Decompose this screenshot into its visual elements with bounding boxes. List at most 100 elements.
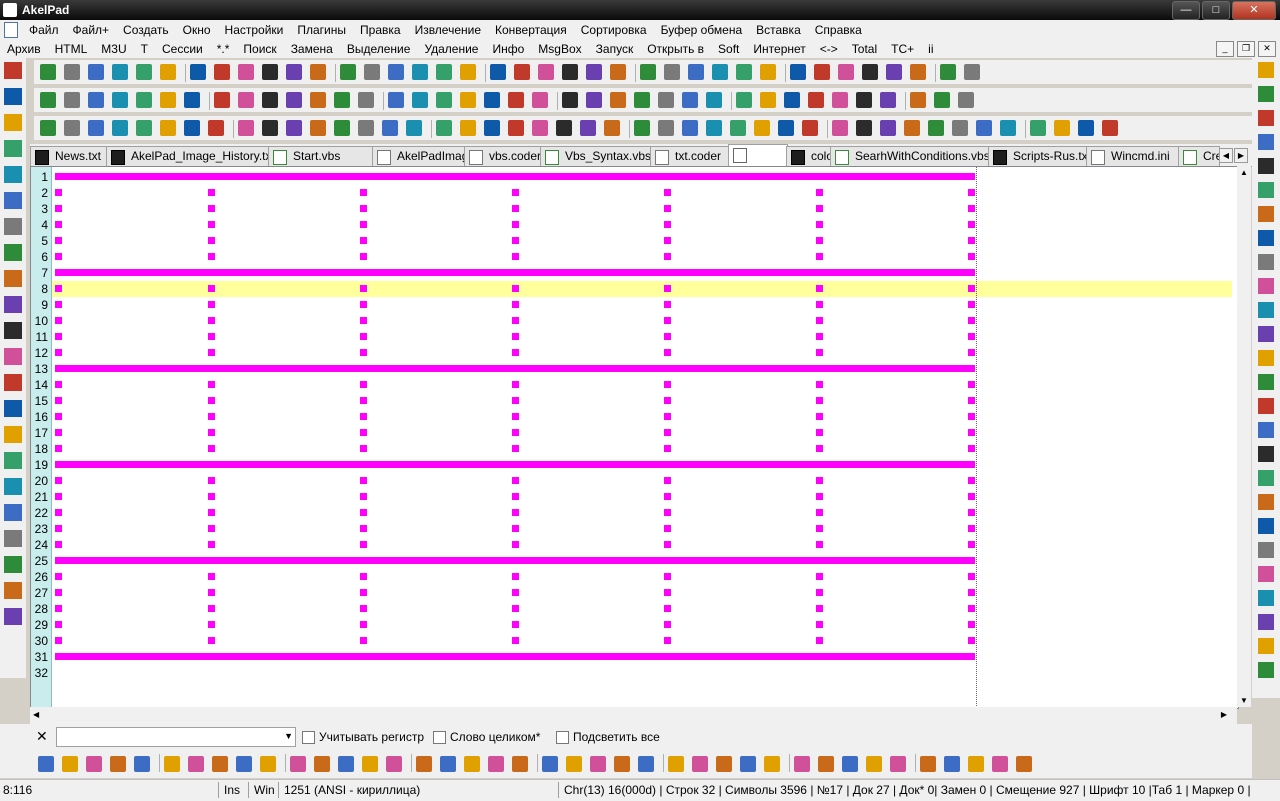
right-tool-button-icon[interactable] [1258,62,1274,78]
user-menu-item-4[interactable]: T [134,42,155,56]
toolbar-button-icon[interactable] [778,120,794,136]
toolbar-button-icon[interactable] [958,92,974,108]
user-menu-item-9[interactable]: Выделение [340,42,418,56]
toolbar-button-icon[interactable] [688,64,704,80]
toolbar-button-icon[interactable] [160,92,176,108]
toolbar-button-icon[interactable] [580,120,596,136]
right-tool-button-icon[interactable] [1258,278,1274,294]
toolbar-button-icon[interactable] [490,64,506,80]
right-tool-button-icon[interactable] [1258,422,1274,438]
search-tool-button-icon[interactable] [614,756,630,772]
toolbar-button-icon[interactable] [952,120,968,136]
tab-scroll-right-icon[interactable]: ▶ [1234,148,1248,163]
toolbar-button-icon[interactable] [910,92,926,108]
right-tool-button-icon[interactable] [1258,230,1274,246]
left-tool-button-icon[interactable] [4,374,22,391]
toolbar-button-icon[interactable] [514,64,530,80]
right-tool-button-icon[interactable] [1258,638,1274,654]
toolbar-button-icon[interactable] [286,64,302,80]
toolbar-button-icon[interactable] [508,92,524,108]
toolbar-button-icon[interactable] [112,92,128,108]
menu-item-7[interactable]: Правка [353,23,408,37]
user-menu-item-19[interactable]: TC+ [884,42,921,56]
toolbar-button-icon[interactable] [160,120,176,136]
right-tool-button-icon[interactable] [1258,374,1274,390]
toolbar-button-icon[interactable] [808,92,824,108]
left-tool-button-icon[interactable] [4,608,22,625]
find-close-icon[interactable]: ✕ [36,728,48,745]
toolbar-button-icon[interactable] [928,120,944,136]
toolbar-button-icon[interactable] [880,120,896,136]
toolbar-button-icon[interactable] [112,64,128,80]
search-tool-button-icon[interactable] [890,756,906,772]
tab-document[interactable]: News.txt [30,146,108,166]
user-menu-item-10[interactable]: Удаление [417,42,485,56]
text-editor[interactable]: 1 2 3 4 5 6 7 8 9 10 11 12 13 14 15 16 17 18 19 20 21 22 23 24 2… [30,166,1239,709]
maximize-button[interactable]: □ [1202,1,1230,20]
right-tool-button-icon[interactable] [1258,566,1274,582]
search-tool-button-icon[interactable] [692,756,708,772]
toolbar-button-icon[interactable] [262,64,278,80]
scroll-left-icon[interactable]: ◀ [33,710,39,719]
toolbar-button-icon[interactable] [388,92,404,108]
toolbar-button-icon[interactable] [838,64,854,80]
toolbar-button-icon[interactable] [88,92,104,108]
toolbar-button-icon[interactable] [1030,120,1046,136]
toolbar-button-icon[interactable] [412,92,428,108]
menu-item-1[interactable]: Файл [22,23,66,37]
toolbar-button-icon[interactable] [760,92,776,108]
left-tool-button-icon[interactable] [4,88,22,105]
right-tool-button-icon[interactable] [1258,182,1274,198]
toolbar-button-icon[interactable] [1102,120,1118,136]
menu-item-4[interactable]: Окно [176,23,218,37]
close-button[interactable]: ✕ [1232,1,1276,20]
toolbar-button-icon[interactable] [586,64,602,80]
right-tool-button-icon[interactable] [1258,518,1274,534]
search-tool-button-icon[interactable] [86,756,102,772]
find-dropdown-icon[interactable]: ▼ [284,731,293,741]
toolbar-button-icon[interactable] [658,120,674,136]
toolbar-button-icon[interactable] [730,120,746,136]
toolbar-button-icon[interactable] [784,92,800,108]
whole-word-checkbox[interactable]: Слово целиком* [433,730,540,744]
toolbar-button-icon[interactable] [136,120,152,136]
search-tool-button-icon[interactable] [512,756,528,772]
search-tool-button-icon[interactable] [62,756,78,772]
left-tool-button-icon[interactable] [4,296,22,313]
toolbar-button-icon[interactable] [832,92,848,108]
toolbar-button-icon[interactable] [136,64,152,80]
right-tool-button-icon[interactable] [1258,110,1274,126]
tab-document[interactable]: AkelPadImage.ini [372,146,466,166]
toolbar-button-icon[interactable] [706,120,722,136]
toolbar-button-icon[interactable] [310,92,326,108]
tab-document[interactable]: color.js [786,146,832,166]
search-tool-button-icon[interactable] [590,756,606,772]
horizontal-scrollbar[interactable]: ◀ ▶ [30,707,1237,724]
user-menu-item-14[interactable]: Открыть в [640,42,711,56]
search-tool-button-icon[interactable] [464,756,480,772]
toolbar-button-icon[interactable] [388,64,404,80]
toolbar-button-icon[interactable] [238,120,254,136]
tab-document[interactable]: AkelPad_Image_History.txt [106,146,270,166]
user-menu-item-12[interactable]: MsgBox [531,42,588,56]
tab-document[interactable]: Vbs_Syntax.vbs [540,146,652,166]
toolbar-button-icon[interactable] [760,64,776,80]
toolbar-button-icon[interactable] [736,64,752,80]
right-tool-button-icon[interactable] [1258,350,1274,366]
toolbar-button-icon[interactable] [586,92,602,108]
search-tool-button-icon[interactable] [164,756,180,772]
left-tool-button-icon[interactable] [4,504,22,521]
toolbar-button-icon[interactable] [940,64,956,80]
document-menu-icon[interactable] [4,21,18,38]
left-tool-button-icon[interactable] [4,426,22,443]
toolbar-button-icon[interactable] [334,92,350,108]
toolbar-button-icon[interactable] [640,64,656,80]
user-menu-item-11[interactable]: Инфо [485,42,531,56]
search-tool-button-icon[interactable] [842,756,858,772]
tab-document[interactable]: vbs.coder [464,146,542,166]
search-tool-button-icon[interactable] [488,756,504,772]
search-tool-button-icon[interactable] [542,756,558,772]
toolbar-button-icon[interactable] [904,120,920,136]
search-tool-button-icon[interactable] [338,756,354,772]
toolbar-button-icon[interactable] [64,92,80,108]
